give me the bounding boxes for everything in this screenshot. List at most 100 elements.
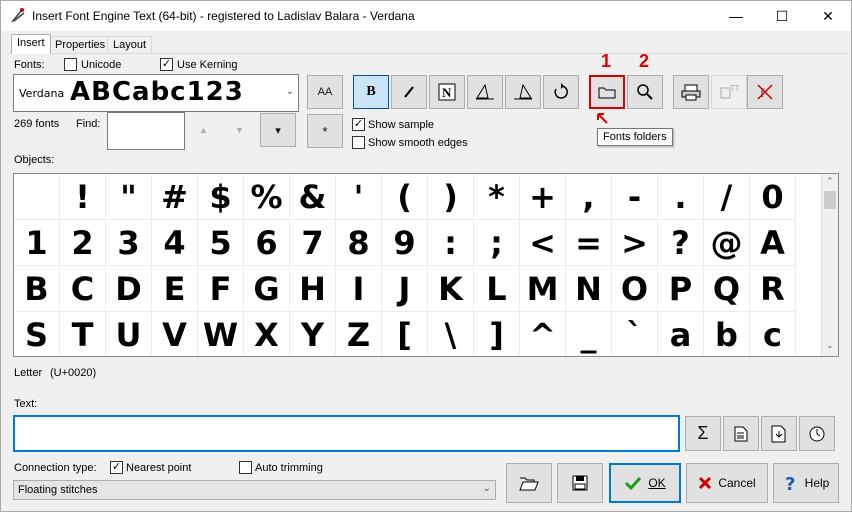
glyph-cell[interactable]: T [60,312,106,356]
glyph-cell[interactable]: ! [60,174,106,220]
glyph-cell[interactable]: " [106,174,152,220]
glyph-cell[interactable]: H [290,266,336,312]
glyph-cell[interactable]: V [152,312,198,356]
glyph-cell[interactable]: ) [428,174,474,220]
glyph-cell[interactable] [14,174,60,220]
glyph-cell[interactable]: Y [290,312,336,356]
tab-properties[interactable]: Properties [49,36,112,54]
font-select[interactable]: Verdana ABCabc123 ⌄ [13,74,299,112]
save-button[interactable] [557,463,603,503]
glyph-cell[interactable]: , [566,174,612,220]
glyph-cell[interactable]: % [244,174,290,220]
glyph-cell[interactable]: G [244,266,290,312]
maximize-button[interactable]: ☐ [759,1,805,31]
cancel-button[interactable]: Cancel [686,463,768,503]
glyph-cell[interactable]: @ [704,220,750,266]
glyph-cell[interactable]: & [290,174,336,220]
document-button[interactable] [723,416,759,451]
smooth-edges-checkbox[interactable] [352,136,365,149]
glyph-cell[interactable]: : [428,220,474,266]
show-sample-checkbox[interactable]: ✓ [352,118,365,131]
glyph-cell[interactable]: Q [704,266,750,312]
glyph-cell[interactable]: J [382,266,428,312]
glyph-cell[interactable]: < [520,220,566,266]
slant-right-button[interactable] [505,75,541,109]
italic-button[interactable] [391,75,427,109]
open-button[interactable] [506,463,552,503]
glyph-cell[interactable]: [ [382,312,428,356]
slant-left-button[interactable] [467,75,503,109]
glyph-cell[interactable]: 5 [198,220,244,266]
font-preview-button[interactable] [627,75,663,109]
glyph-cell[interactable]: 8 [336,220,382,266]
delete-font-button[interactable]: f [747,75,783,109]
glyph-cell[interactable]: 0 [750,174,796,220]
glyph-cell[interactable]: _ [566,312,612,356]
nearest-point-checkbox[interactable]: ✓ [110,461,123,474]
kerning-checkbox[interactable]: ✓ [160,58,173,71]
glyph-cell[interactable]: ] [474,312,520,356]
close-button[interactable]: ✕ [805,1,851,31]
glyph-cell[interactable]: = [566,220,612,266]
glyph-cell[interactable]: 6 [244,220,290,266]
scroll-up-icon[interactable]: ⌃ [826,176,834,187]
glyph-cell[interactable]: # [152,174,198,220]
glyph-cell[interactable]: ; [474,220,520,266]
glyph-cell[interactable]: U [106,312,152,356]
glyph-cell[interactable]: N [566,266,612,312]
convert-button[interactable]: TT [711,75,747,109]
text-input[interactable] [13,415,680,452]
glyph-cell[interactable]: ^ [520,312,566,356]
glyph-cell[interactable]: M [520,266,566,312]
insert-symbol-button[interactable] [761,416,797,451]
glyph-cell[interactable]: K [428,266,474,312]
glyph-cell[interactable]: ` [612,312,658,356]
glyph-cell[interactable]: F [198,266,244,312]
sum-button[interactable]: Σ [685,416,721,451]
glyph-cell[interactable]: 7 [290,220,336,266]
glyph-cell[interactable]: $ [198,174,244,220]
up-arrow-icon[interactable]: ▲ [199,125,208,135]
glyph-cell[interactable]: W [198,312,244,356]
glyph-cell[interactable]: \ [428,312,474,356]
glyph-cell[interactable]: c [750,312,796,356]
glyph-cell[interactable]: + [520,174,566,220]
find-input[interactable] [107,112,185,150]
glyph-cell[interactable]: E [152,266,198,312]
glyph-cell[interactable]: ( [382,174,428,220]
auto-trimming-checkbox[interactable] [239,461,252,474]
glyph-cell[interactable]: ' [336,174,382,220]
rotate-button[interactable] [543,75,579,109]
scroll-down-icon[interactable]: ⌄ [826,340,834,351]
connection-type-select[interactable]: Floating stitches ⌄ [13,480,496,500]
unicode-checkbox[interactable] [64,58,77,71]
glyph-cell[interactable]: O [612,266,658,312]
glyph-cell[interactable]: P [658,266,704,312]
asterisk-button[interactable]: * [307,114,343,148]
glyph-cell[interactable]: * [474,174,520,220]
glyph-cell[interactable]: B [14,266,60,312]
find-dropdown-button[interactable]: ▾ [260,113,296,147]
glyph-cell[interactable]: S [14,312,60,356]
glyph-cell[interactable]: > [612,220,658,266]
scroll-thumb[interactable] [824,191,836,209]
case-toggle-button[interactable]: AA [307,75,343,109]
minimize-button[interactable]: — [713,1,759,31]
bold-button[interactable]: B [353,75,389,109]
glyph-cell[interactable]: ? [658,220,704,266]
print-button[interactable] [673,75,709,109]
tab-insert[interactable]: Insert [11,34,51,54]
glyph-cell[interactable]: a [658,312,704,356]
glyph-scrollbar[interactable]: ⌃ ⌄ [821,174,838,356]
glyph-cell[interactable]: I [336,266,382,312]
glyph-cell[interactable]: . [658,174,704,220]
glyph-cell[interactable]: L [474,266,520,312]
glyph-cell[interactable]: R [750,266,796,312]
glyph-cell[interactable]: 3 [106,220,152,266]
down-arrow-icon[interactable]: ▼ [235,125,244,135]
help-button[interactable]: ? Help [773,463,839,503]
clock-button[interactable] [799,416,835,451]
glyph-cell[interactable]: D [106,266,152,312]
fonts-folders-button[interactable] [589,75,625,109]
glyph-cell[interactable]: - [612,174,658,220]
